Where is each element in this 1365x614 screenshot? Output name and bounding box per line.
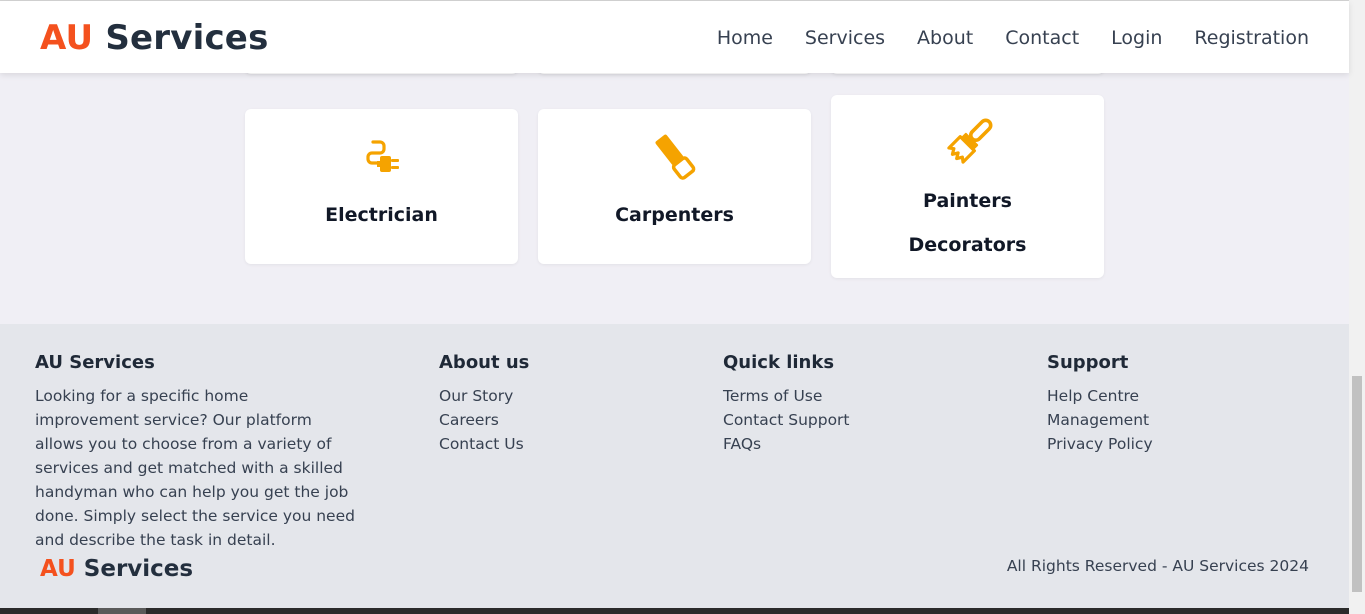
service-label: Electrician bbox=[325, 204, 438, 226]
nav-registration[interactable]: Registration bbox=[1194, 25, 1309, 51]
brand-suffix: Services bbox=[93, 18, 269, 58]
electric-plug-icon bbox=[365, 140, 399, 172]
footer-link-help-centre[interactable]: Help Centre bbox=[1047, 384, 1153, 408]
footer-support: Support Help Centre Management Privacy P… bbox=[1047, 352, 1153, 456]
service-card-carpenters[interactable]: Carpenters bbox=[538, 109, 811, 264]
footer-quick-links: Quick links Terms of Use Contact Support… bbox=[723, 352, 850, 456]
footer-link-management[interactable]: Management bbox=[1047, 408, 1153, 432]
footer-description: Looking for a specific home improvement … bbox=[35, 387, 355, 549]
footer-link-privacy-policy[interactable]: Privacy Policy bbox=[1047, 432, 1153, 456]
service-label-line1: Painters bbox=[923, 190, 1012, 212]
service-card-painters-decorators[interactable]: Painters Decorators bbox=[831, 95, 1104, 278]
nav-about[interactable]: About bbox=[917, 25, 973, 51]
service-card-electrician[interactable]: Electrician bbox=[245, 109, 518, 264]
footer-about-us: About us Our Story Careers Contact Us bbox=[439, 352, 529, 456]
footer-link-faqs[interactable]: FAQs bbox=[723, 432, 850, 456]
footer-link-terms[interactable]: Terms of Use bbox=[723, 384, 850, 408]
copyright-text: All Rights Reserved - AU Services 2024 bbox=[1006, 557, 1309, 575]
brand-suffix: Services bbox=[75, 556, 194, 582]
footer-link-our-story[interactable]: Our Story bbox=[439, 384, 529, 408]
brand-prefix: AU bbox=[40, 556, 76, 582]
footer-heading: Quick links bbox=[723, 352, 835, 373]
footer: AU Services Looking for a specific home … bbox=[0, 324, 1349, 608]
brand-prefix: AU bbox=[40, 18, 94, 58]
footer-link-careers[interactable]: Careers bbox=[439, 408, 529, 432]
nav-home[interactable]: Home bbox=[717, 25, 773, 51]
footer-link-contact-support[interactable]: Contact Support bbox=[723, 408, 850, 432]
footer-brand-logo[interactable]: AU Services bbox=[40, 556, 193, 582]
scrollbar-thumb[interactable] bbox=[1352, 376, 1362, 592]
service-label-line2: Decorators bbox=[908, 234, 1027, 256]
service-label: Carpenters bbox=[615, 204, 734, 226]
footer-link-contact-us[interactable]: Contact Us bbox=[439, 432, 529, 456]
nav-services[interactable]: Services bbox=[805, 25, 885, 51]
footer-heading: Support bbox=[1047, 352, 1129, 373]
handsaw-icon bbox=[655, 134, 695, 180]
brand-logo[interactable]: AU Services bbox=[40, 18, 269, 58]
footer-heading: AU Services bbox=[35, 352, 155, 373]
main-nav: Home Services About Contact Login Regist… bbox=[685, 25, 1309, 51]
footer-about-platform: AU Services Looking for a specific home … bbox=[35, 352, 355, 552]
footer-heading: About us bbox=[439, 352, 530, 373]
nav-contact[interactable]: Contact bbox=[1005, 25, 1079, 51]
nav-login[interactable]: Login bbox=[1111, 25, 1162, 51]
paint-brush-icon bbox=[946, 118, 992, 164]
navbar: AU Services Home Services About Contact … bbox=[0, 1, 1349, 73]
page-scrollbar[interactable] bbox=[1349, 0, 1365, 614]
taskbar-strip bbox=[0, 608, 1349, 614]
